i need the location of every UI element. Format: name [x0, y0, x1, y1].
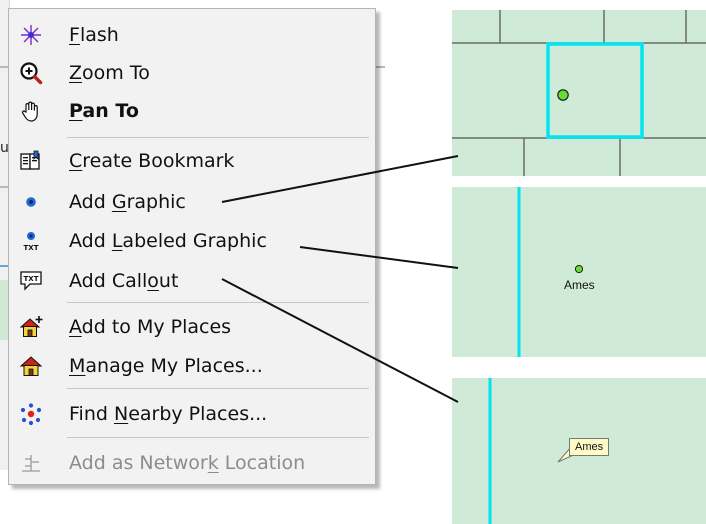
menu-item-add-graphic[interactable]: Add Graphic	[9, 184, 375, 220]
menu-separator	[67, 302, 369, 303]
manage-my-places-label-accel: M	[69, 355, 86, 377]
pan-to-label-rest: an To	[82, 100, 139, 122]
add-labeled-graphic-label-pre: Add	[69, 230, 112, 252]
menu-item-add-labeled-graphic[interactable]: TXT Add Labeled Graphic	[9, 223, 375, 259]
menu-item-manage-my-places[interactable]: Manage My Places...	[9, 348, 375, 384]
add-callout-label-rest: ut	[158, 270, 179, 292]
menu-label-create-bookmark: Create Bookmark	[69, 150, 234, 172]
add-callout-label-accel: o	[147, 270, 159, 292]
place-label: Ames	[564, 278, 595, 292]
zoom-to-label-rest: oom To	[82, 62, 150, 84]
add-graphic-label-rest: raphic	[126, 191, 186, 213]
map-panel-labeled-graphic-preview: Ames	[452, 187, 706, 357]
menu-item-add-as-network-location[interactable]: Add as Network Location	[9, 445, 375, 481]
manage-my-places-label-rest: anage My Places...	[85, 355, 263, 377]
menu-label-zoom-to: Zoom To	[69, 62, 150, 84]
add-to-my-places-label-rest: dd to My Places	[81, 316, 232, 338]
add-place-house-icon	[19, 315, 43, 339]
flash-label-accel: F	[69, 24, 80, 46]
zoom-to-label-accel: Z	[69, 62, 83, 84]
network-location-icon	[19, 451, 43, 475]
menu-label-pan-to: Pan To	[69, 100, 139, 122]
labeled-graphic-icon: TXT	[19, 229, 43, 253]
menu-separator	[67, 137, 369, 138]
menu-label-add-callout: Add Callout	[69, 270, 178, 292]
add-graphic-label-accel: G	[111, 191, 127, 213]
menu-item-create-bookmark[interactable]: Create Bookmark	[9, 143, 375, 179]
menu-item-find-nearby-places[interactable]: Find Nearby Places...	[9, 396, 375, 432]
menu-label-add-labeled-graphic: Add Labeled Graphic	[69, 230, 267, 252]
zoom-to-icon	[19, 61, 43, 85]
find-nearby-places-label-rest: earby Places...	[128, 403, 268, 425]
menu-label-manage-my-places: Manage My Places...	[69, 355, 263, 377]
create-bookmark-label-rest: reate Bookmark	[82, 150, 235, 172]
add-labeled-graphic-label-rest: abeled Graphic	[122, 230, 267, 252]
map-graphic-preview-svg	[452, 10, 706, 176]
screenshot-stage: u Flash Zoom To Pan To Create Bookmark A…	[0, 0, 706, 524]
add-labeled-graphic-label-accel: L	[111, 230, 123, 252]
add-as-network-location-label-pre: Add as Networ	[69, 452, 208, 474]
menu-label-add-as-network-location: Add as Network Location	[69, 452, 305, 474]
flash-icon	[19, 23, 43, 47]
graphic-point-icon	[19, 190, 43, 214]
menu-item-pan-to[interactable]: Pan To	[9, 93, 375, 129]
map-panel-callout-preview: Ames	[452, 378, 706, 524]
callout-icon: TXT	[19, 269, 43, 293]
add-callout-label-pre: Add Call	[69, 270, 148, 292]
menu-item-flash[interactable]: Flash	[9, 17, 375, 53]
svg-text:TXT: TXT	[24, 275, 39, 283]
flash-label-rest: lash	[79, 24, 119, 46]
create-bookmark-label-accel: C	[69, 150, 83, 172]
menu-label-find-nearby-places: Find Nearby Places...	[69, 403, 267, 425]
menu-label-flash: Flash	[69, 24, 119, 46]
pan-hand-icon	[19, 99, 43, 123]
menu-label-add-to-my-places: Add to My Places	[69, 316, 231, 338]
find-nearby-places-label-pre: Find	[69, 403, 114, 425]
menu-label-add-graphic: Add Graphic	[69, 191, 186, 213]
add-as-network-location-label-accel: k	[207, 452, 219, 474]
map-labeled-preview-svg	[517, 187, 584, 357]
map-panel-graphic-preview	[452, 10, 706, 176]
find-nearby-places-label-accel: N	[113, 403, 129, 425]
menu-separator	[67, 437, 369, 438]
add-as-network-location-label-rest: Location	[218, 452, 306, 474]
menu-separator	[67, 388, 369, 389]
menu-item-add-callout[interactable]: TXT Add Callout	[9, 263, 375, 299]
nearby-dots-icon	[19, 402, 43, 426]
add-to-my-places-label-accel: A	[69, 316, 82, 338]
pan-to-label-accel: P	[69, 100, 83, 122]
add-graphic-label-pre: Add	[69, 191, 112, 213]
bookmark-icon	[19, 149, 43, 173]
house-icon	[19, 354, 43, 378]
menu-item-add-to-my-places[interactable]: Add to My Places	[9, 309, 375, 345]
context-menu: Flash Zoom To Pan To Create Bookmark Add…	[8, 8, 376, 485]
svg-text:TXT: TXT	[24, 244, 39, 252]
labeled-graphic-point	[574, 264, 584, 274]
callout-box: Ames	[569, 438, 610, 456]
graphic-point	[557, 89, 569, 101]
menu-item-zoom-to[interactable]: Zoom To	[9, 55, 375, 91]
